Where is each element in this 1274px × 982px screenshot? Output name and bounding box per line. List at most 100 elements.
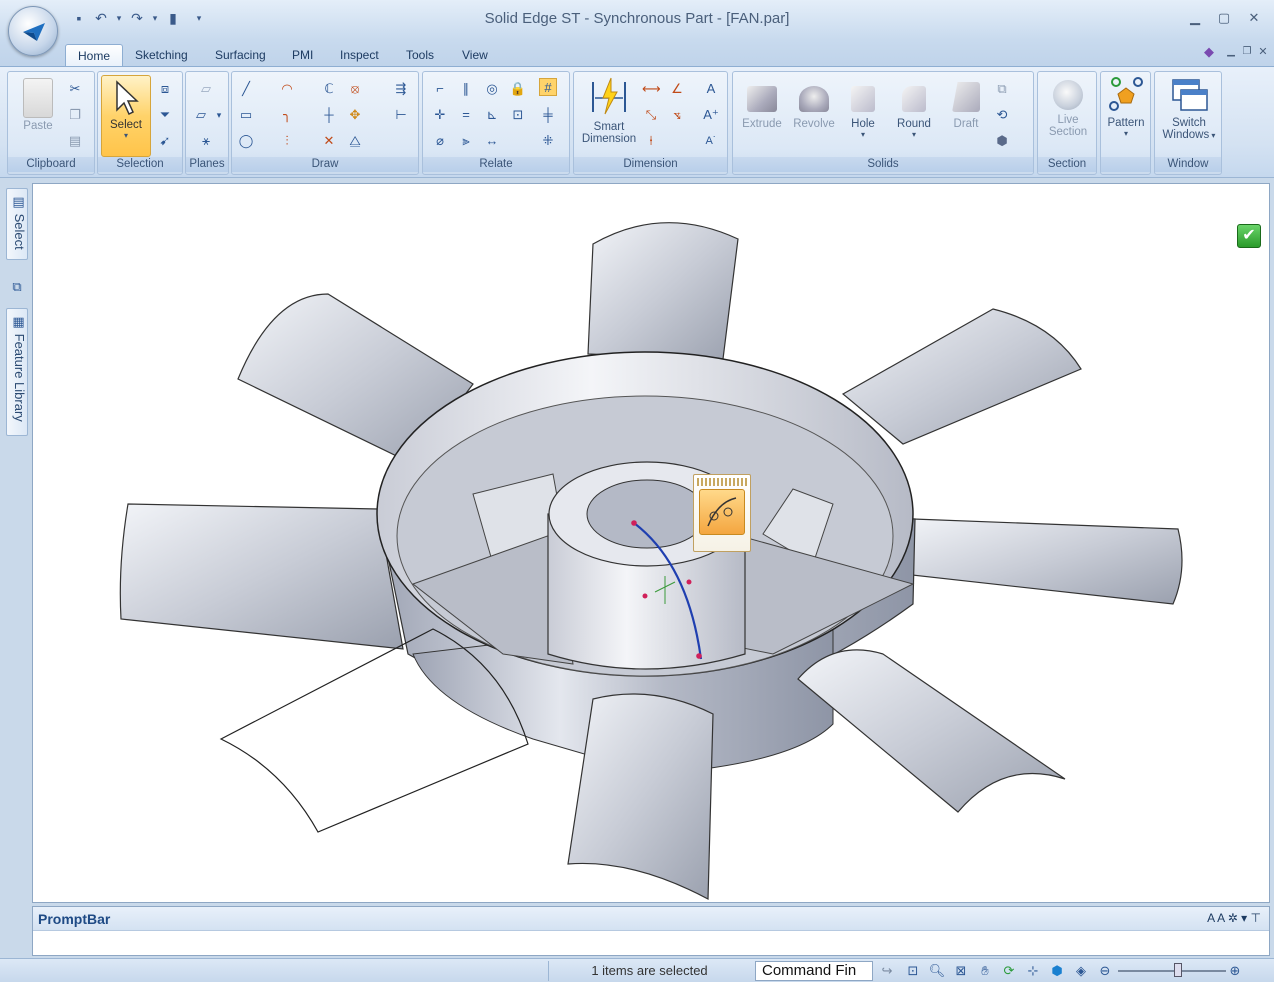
connect-icon[interactable]: ⌐ xyxy=(431,80,449,98)
text-decrease-icon[interactable]: A˙ xyxy=(702,132,720,150)
maintain-relationships-icon[interactable]: # xyxy=(539,78,557,96)
graphics-window[interactable]: ✔ xyxy=(32,183,1270,903)
rectangle-icon[interactable]: ▭ xyxy=(237,106,255,124)
command-bar-grip[interactable] xyxy=(697,478,747,486)
blade-left[interactable] xyxy=(119,503,404,650)
hole-button[interactable]: Hole ▾ xyxy=(841,76,885,139)
curve-edit-icon[interactable] xyxy=(699,489,745,535)
zoom-out-icon[interactable]: ⊖ xyxy=(1096,962,1114,980)
paste-special-icon[interactable]: ▤ xyxy=(66,132,84,150)
trim-corner-icon[interactable]: ✕ xyxy=(320,132,338,150)
maximize-button[interactable]: ▢ xyxy=(1214,10,1234,26)
collapse-icon[interactable]: ▾ xyxy=(1241,911,1247,925)
parallel-icon[interactable]: ∥ xyxy=(457,80,475,98)
lock-icon[interactable]: 🔒 xyxy=(509,80,527,98)
command-finder-go-icon[interactable]: ↪ xyxy=(878,962,896,980)
symmetric-icon[interactable]: ⧋ xyxy=(346,132,364,150)
trim-icon[interactable]: ┼ xyxy=(320,106,338,124)
round-button[interactable]: Round ▾ xyxy=(889,76,939,139)
pattern-button[interactable]: Pattern ▾ xyxy=(1103,76,1149,138)
revolve-button[interactable]: Revolve xyxy=(789,76,839,130)
sketch-view-icon[interactable]: ⊹ xyxy=(1024,962,1042,980)
blade-top-right[interactable] xyxy=(841,308,1082,445)
tab-tools[interactable]: Tools xyxy=(394,44,446,68)
coincident-plane-icon[interactable]: ▱ xyxy=(192,106,210,124)
font-decrease-icon[interactable]: A xyxy=(1217,911,1224,925)
tab-home[interactable]: Home xyxy=(65,44,124,68)
project-icon[interactable]: ⇶ xyxy=(392,80,410,98)
blade-bottom[interactable] xyxy=(567,693,714,900)
tab-sketching[interactable]: Sketching xyxy=(123,44,200,68)
horizontal-vertical-icon[interactable]: ✛ xyxy=(431,106,449,124)
fillet-icon[interactable]: ╮ xyxy=(278,106,296,124)
tab-view[interactable]: View xyxy=(450,44,500,68)
symmetric-relate-icon[interactable]: ⫸ xyxy=(457,132,475,150)
quick-command-bar[interactable] xyxy=(693,474,751,552)
planes-dropdown-icon[interactable]: ▾ xyxy=(210,106,228,124)
blade-bottom-right[interactable] xyxy=(797,649,1066,813)
zoom-slider[interactable] xyxy=(1118,970,1226,972)
circle-icon[interactable]: ◯ xyxy=(237,132,255,150)
cut-icon[interactable]: ✂ xyxy=(66,80,84,98)
application-button[interactable] xyxy=(8,6,58,56)
help-icon[interactable]: ◆ xyxy=(1200,43,1218,61)
blade-right[interactable] xyxy=(902,518,1183,605)
collinear-icon[interactable]: ↔ xyxy=(483,132,501,150)
tangent-icon[interactable]: ⌀ xyxy=(431,132,449,150)
move-icon[interactable]: ✥ xyxy=(346,106,364,124)
extrude-button[interactable]: Extrude xyxy=(737,76,787,130)
switch-windows-button[interactable]: Switch Windows ▾ xyxy=(1157,76,1221,141)
zoom-in-icon[interactable]: ⊕ xyxy=(1226,962,1244,980)
tab-inspect[interactable]: Inspect xyxy=(328,44,391,68)
feature-library-tab[interactable]: ▦ Feature Library xyxy=(6,308,28,436)
zoom-area-icon[interactable]: ⊡ xyxy=(904,962,922,980)
blade-top[interactable] xyxy=(587,222,739,360)
view-orientation-icon[interactable]: ⬢ xyxy=(1048,962,1066,980)
mirror-icon[interactable]: ⫶ xyxy=(278,132,296,150)
equal-icon[interactable]: = xyxy=(457,106,475,124)
view-style-icon[interactable]: ◈ xyxy=(1072,962,1090,980)
symmetric-diameter-icon[interactable]: ⤡ xyxy=(642,106,660,124)
thin-wall-icon[interactable]: ⧉ xyxy=(993,80,1011,98)
concentric-icon[interactable]: ◎ xyxy=(483,80,501,98)
angle-between-icon[interactable]: ∠ xyxy=(668,80,686,98)
command-finder-input[interactable]: Command Fin xyxy=(755,961,873,981)
relationship-colors-icon[interactable]: ⁜ xyxy=(539,132,557,150)
rotate-icon[interactable]: ⟳ xyxy=(1000,962,1018,980)
relationship-handles-icon[interactable]: ╪ xyxy=(539,106,557,124)
doc-close-icon[interactable]: ✕ xyxy=(1254,43,1272,61)
paste-button[interactable]: Paste xyxy=(14,76,62,132)
zoom-slider-thumb[interactable] xyxy=(1174,963,1182,977)
copy-icon[interactable]: ❐ xyxy=(66,106,84,124)
draft-button[interactable]: Draft xyxy=(941,76,991,130)
pathfinder-icon[interactable]: ⧉ xyxy=(8,278,26,296)
offset-icon[interactable]: ℂ xyxy=(320,80,338,98)
select-tab[interactable]: ▤ Select xyxy=(6,188,28,260)
include-icon[interactable]: ⊢ xyxy=(392,106,410,124)
select-tool-icon[interactable]: ➹ xyxy=(156,132,174,150)
font-increase-icon[interactable]: A xyxy=(1207,911,1214,925)
coordinate-system-icon[interactable]: ⚹ xyxy=(197,132,215,150)
pan-icon[interactable]: ✋︎ xyxy=(976,962,994,980)
add-body-icon[interactable]: ⟲ xyxy=(993,106,1011,124)
dock-icon[interactable]: ⊤ xyxy=(1251,911,1261,925)
boolean-icon[interactable]: ⬢ xyxy=(993,132,1011,150)
tab-pmi[interactable]: PMI xyxy=(280,44,325,68)
text-style-icon[interactable]: A xyxy=(702,80,720,98)
select-button[interactable]: Select ▾ xyxy=(101,75,151,157)
select-box-icon[interactable]: ⧈ xyxy=(156,80,174,98)
smart-dimension-button[interactable]: Smart Dimension xyxy=(578,76,640,145)
perpendicular-icon[interactable]: ⊾ xyxy=(483,106,501,124)
coordinate-dimension-icon[interactable]: ⦪ xyxy=(668,106,686,124)
plane-icon[interactable]: ▱ xyxy=(197,80,215,98)
accept-checkmark-icon[interactable]: ✔ xyxy=(1237,224,1261,248)
tab-surfacing[interactable]: Surfacing xyxy=(203,44,278,68)
live-section-button[interactable]: Live Section xyxy=(1040,76,1096,138)
fill-icon[interactable]: ⦻ xyxy=(346,80,364,98)
select-filter-icon[interactable]: ⏷ xyxy=(156,106,174,124)
fan-model[interactable] xyxy=(33,184,1269,902)
line-icon[interactable]: ╱ xyxy=(237,80,255,98)
arc-icon[interactable]: ◠ xyxy=(278,80,296,98)
text-increase-icon[interactable]: A⁺ xyxy=(702,106,720,124)
close-button[interactable]: ✕ xyxy=(1244,10,1264,26)
